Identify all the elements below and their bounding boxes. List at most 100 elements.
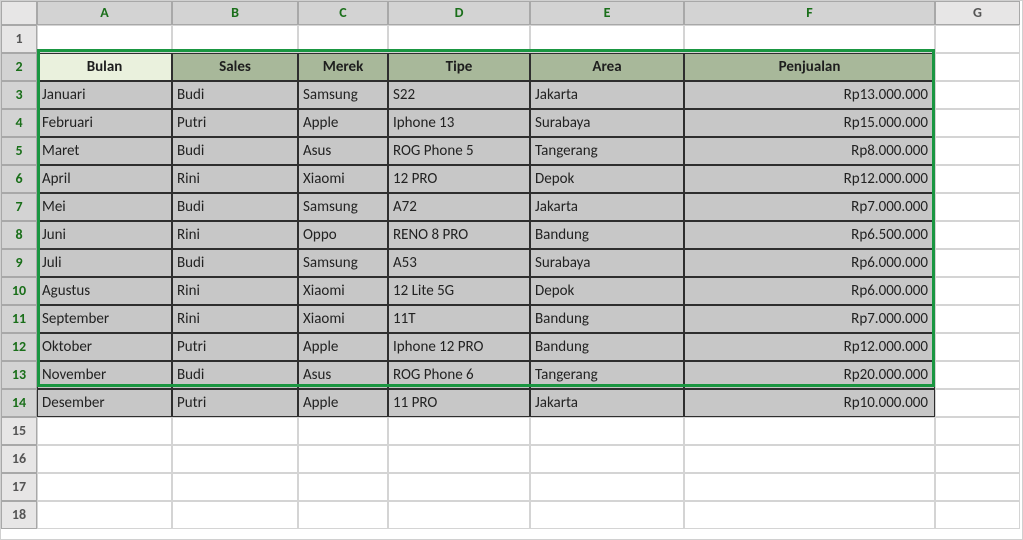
row-header-2[interactable]: 2 <box>1 53 37 81</box>
row-header-4[interactable]: 4 <box>1 109 37 137</box>
cell-area-3[interactable]: Jakarta <box>530 81 684 109</box>
cell-bulan-3[interactable]: Januari <box>37 81 172 109</box>
cell-bulan-6[interactable]: April <box>37 165 172 193</box>
row-header-5[interactable]: 5 <box>1 137 37 165</box>
cell-penjualan-13[interactable]: Rp20.000.000 <box>684 361 935 389</box>
cell-sales-4[interactable]: Putri <box>172 109 298 137</box>
cell-penjualan-12[interactable]: Rp12.000.000 <box>684 333 935 361</box>
cell-B16[interactable] <box>172 445 298 473</box>
cell-area-10[interactable]: Depok <box>530 277 684 305</box>
cell-sales-9[interactable]: Budi <box>172 249 298 277</box>
cell-tipe-12[interactable]: Iphone 12 PRO <box>388 333 530 361</box>
cell-sales-12[interactable]: Putri <box>172 333 298 361</box>
cell-E15[interactable] <box>530 417 684 445</box>
row-header-17[interactable]: 17 <box>1 473 37 501</box>
cell-G9[interactable] <box>935 249 1020 277</box>
cell-sales-14[interactable]: Putri <box>172 389 298 417</box>
cell-bulan-7[interactable]: Mei <box>37 193 172 221</box>
cell-A17[interactable] <box>37 473 172 501</box>
cell-bulan-14[interactable]: Desember <box>37 389 172 417</box>
cell-merek-7[interactable]: Samsung <box>298 193 388 221</box>
cell-C18[interactable] <box>298 501 388 529</box>
cell-tipe-8[interactable]: RENO 8 PRO <box>388 221 530 249</box>
cell-D1[interactable] <box>388 25 530 53</box>
cell-sales-13[interactable]: Budi <box>172 361 298 389</box>
cell-B15[interactable] <box>172 417 298 445</box>
table-header-sales[interactable]: Sales <box>172 53 298 81</box>
col-header-A[interactable]: A <box>37 1 172 25</box>
cell-E17[interactable] <box>530 473 684 501</box>
cell-merek-10[interactable]: Xiaomi <box>298 277 388 305</box>
row-header-18[interactable]: 18 <box>1 501 37 529</box>
cell-penjualan-11[interactable]: Rp7.000.000 <box>684 305 935 333</box>
cell-tipe-4[interactable]: Iphone 13 <box>388 109 530 137</box>
cell-bulan-5[interactable]: Maret <box>37 137 172 165</box>
cell-sales-8[interactable]: Rini <box>172 221 298 249</box>
cell-G5[interactable] <box>935 137 1020 165</box>
cell-area-6[interactable]: Depok <box>530 165 684 193</box>
cell-bulan-8[interactable]: Juni <box>37 221 172 249</box>
col-header-C[interactable]: C <box>298 1 388 25</box>
cell-penjualan-10[interactable]: Rp6.000.000 <box>684 277 935 305</box>
cell-merek-11[interactable]: Xiaomi <box>298 305 388 333</box>
cell-tipe-9[interactable]: A53 <box>388 249 530 277</box>
cell-area-14[interactable]: Jakarta <box>530 389 684 417</box>
cell-A18[interactable] <box>37 501 172 529</box>
cell-C1[interactable] <box>298 25 388 53</box>
col-header-D[interactable]: D <box>388 1 530 25</box>
row-header-6[interactable]: 6 <box>1 165 37 193</box>
cell-merek-6[interactable]: Xiaomi <box>298 165 388 193</box>
cell-G13[interactable] <box>935 361 1020 389</box>
cell-penjualan-9[interactable]: Rp6.000.000 <box>684 249 935 277</box>
cell-A16[interactable] <box>37 445 172 473</box>
row-header-7[interactable]: 7 <box>1 193 37 221</box>
cell-G17[interactable] <box>935 473 1020 501</box>
spreadsheet[interactable]: ABCDEFG12BulanSalesMerekTipeAreaPenjuala… <box>0 0 1023 540</box>
cell-tipe-13[interactable]: ROG Phone 6 <box>388 361 530 389</box>
cell-A1[interactable] <box>37 25 172 53</box>
cell-G7[interactable] <box>935 193 1020 221</box>
cell-F16[interactable] <box>684 445 935 473</box>
table-header-penjualan[interactable]: Penjualan <box>684 53 935 81</box>
table-header-bulan[interactable]: Bulan <box>37 53 172 81</box>
cell-penjualan-3[interactable]: Rp13.000.000 <box>684 81 935 109</box>
row-header-1[interactable]: 1 <box>1 25 37 53</box>
cell-sales-5[interactable]: Budi <box>172 137 298 165</box>
cell-area-12[interactable]: Bandung <box>530 333 684 361</box>
cell-tipe-6[interactable]: 12 PRO <box>388 165 530 193</box>
cell-merek-3[interactable]: Samsung <box>298 81 388 109</box>
cell-tipe-14[interactable]: 11 PRO <box>388 389 530 417</box>
cell-area-9[interactable]: Surabaya <box>530 249 684 277</box>
cell-G10[interactable] <box>935 277 1020 305</box>
cell-tipe-10[interactable]: 12 Lite 5G <box>388 277 530 305</box>
cell-E18[interactable] <box>530 501 684 529</box>
cell-penjualan-8[interactable]: Rp6.500.000 <box>684 221 935 249</box>
cell-tipe-3[interactable]: S22 <box>388 81 530 109</box>
cell-D17[interactable] <box>388 473 530 501</box>
cell-bulan-4[interactable]: Februari <box>37 109 172 137</box>
row-header-12[interactable]: 12 <box>1 333 37 361</box>
cell-merek-13[interactable]: Asus <box>298 361 388 389</box>
cell-penjualan-4[interactable]: Rp15.000.000 <box>684 109 935 137</box>
cell-G2[interactable] <box>935 53 1020 81</box>
cell-G8[interactable] <box>935 221 1020 249</box>
cell-bulan-11[interactable]: September <box>37 305 172 333</box>
cell-D16[interactable] <box>388 445 530 473</box>
cell-bulan-12[interactable]: Oktober <box>37 333 172 361</box>
cell-tipe-11[interactable]: 11T <box>388 305 530 333</box>
cell-G4[interactable] <box>935 109 1020 137</box>
row-header-8[interactable]: 8 <box>1 221 37 249</box>
cell-merek-14[interactable]: Apple <box>298 389 388 417</box>
row-header-11[interactable]: 11 <box>1 305 37 333</box>
cell-G3[interactable] <box>935 81 1020 109</box>
col-header-F[interactable]: F <box>684 1 935 25</box>
cell-F18[interactable] <box>684 501 935 529</box>
cell-B17[interactable] <box>172 473 298 501</box>
row-header-10[interactable]: 10 <box>1 277 37 305</box>
cell-G18[interactable] <box>935 501 1020 529</box>
cell-area-11[interactable]: Bandung <box>530 305 684 333</box>
cell-bulan-13[interactable]: November <box>37 361 172 389</box>
cell-C15[interactable] <box>298 417 388 445</box>
row-header-3[interactable]: 3 <box>1 81 37 109</box>
cell-merek-8[interactable]: Oppo <box>298 221 388 249</box>
